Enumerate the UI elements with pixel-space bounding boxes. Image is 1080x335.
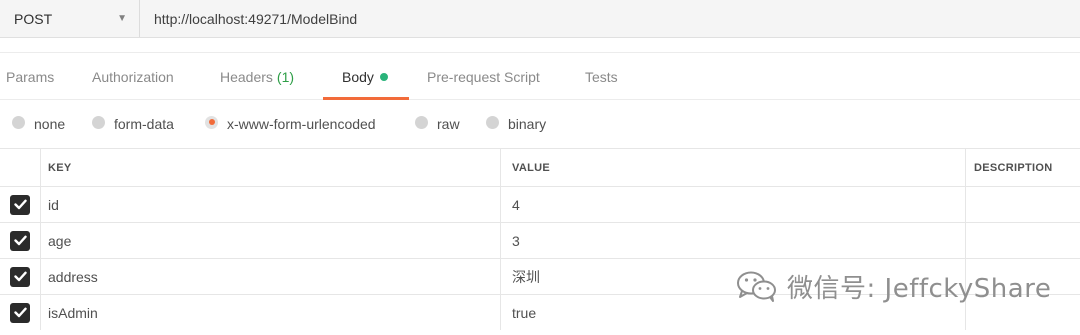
watermark: 微信号: JeffckyShare (735, 266, 1051, 306)
header-value: VALUE (500, 149, 965, 186)
row-checkbox[interactable] (10, 302, 30, 323)
radio-button-icon (92, 115, 105, 129)
tab-body-label: Body (342, 69, 374, 85)
radio-button-icon (12, 115, 25, 129)
radio-selected-icon (205, 115, 218, 129)
table-row: id 4 (0, 186, 1080, 222)
tab-pre-request-script-label: Pre-request Script (427, 69, 540, 85)
tab-headers[interactable]: Headers (1) (220, 53, 294, 101)
radio-raw[interactable]: raw (415, 104, 460, 144)
body-type-options: none form-data x-www-form-urlencoded raw… (0, 104, 1080, 144)
active-tab-indicator (323, 97, 409, 100)
key-cell[interactable]: age (40, 223, 500, 258)
radio-none[interactable]: none (12, 104, 65, 144)
value-cell[interactable]: 3 (500, 223, 965, 258)
tab-params[interactable]: Params (6, 53, 54, 101)
radio-binary-label: binary (508, 116, 547, 132)
row-check-cell (0, 187, 40, 222)
method-select[interactable]: POST ▼ (0, 0, 140, 37)
check-icon (13, 271, 27, 282)
radio-button-icon (415, 115, 428, 129)
radio-form-data[interactable]: form-data (92, 104, 174, 144)
method-label: POST (14, 10, 53, 27)
request-bar: POST ▼ http://localhost:49271/ModelBind (0, 0, 1080, 38)
description-cell[interactable] (965, 187, 1080, 222)
watermark-text: 微信号: JeffckyShare (787, 273, 1052, 304)
radio-none-label: none (34, 116, 66, 132)
table-row: age 3 (0, 222, 1080, 258)
row-checkbox[interactable] (10, 194, 30, 215)
row-checkbox[interactable] (10, 266, 30, 287)
caret-down-icon: ▼ (117, 13, 127, 24)
row-check-cell (0, 223, 40, 258)
key-cell[interactable]: id (40, 187, 500, 222)
body-active-dot-icon (379, 73, 388, 81)
tab-body[interactable]: Body (342, 53, 388, 101)
check-icon (13, 199, 27, 210)
tab-tests-label: Tests (585, 69, 618, 85)
url-input[interactable]: http://localhost:49271/ModelBind (140, 0, 1080, 37)
row-check-cell (0, 259, 40, 294)
header-description: DESCRIPTION (965, 149, 1080, 186)
radio-x-www-form-urlencoded[interactable]: x-www-form-urlencoded (205, 104, 376, 144)
header-key: KEY (40, 149, 500, 186)
value-cell[interactable]: 4 (500, 187, 965, 222)
tab-authorization[interactable]: Authorization (92, 53, 174, 101)
tab-authorization-label: Authorization (92, 69, 174, 85)
check-icon (13, 235, 27, 246)
radio-form-data-label: form-data (114, 116, 174, 132)
tab-headers-label: Headers (220, 69, 273, 85)
tab-pre-request-script[interactable]: Pre-request Script (427, 53, 540, 101)
row-checkbox[interactable] (10, 230, 30, 251)
header-check-cell (0, 149, 40, 186)
check-icon (13, 307, 27, 318)
headers-count-badge: (1) (276, 69, 295, 85)
table-header-row: KEY VALUE DESCRIPTION (0, 148, 1080, 186)
wechat-icon (737, 271, 776, 302)
key-cell[interactable]: isAdmin (40, 295, 500, 330)
tab-params-label: Params (6, 69, 55, 85)
radio-button-icon (486, 115, 499, 129)
radio-binary[interactable]: binary (486, 104, 546, 144)
tab-tests[interactable]: Tests (585, 53, 618, 101)
radio-x-www-form-urlencoded-label: x-www-form-urlencoded (227, 116, 376, 132)
row-check-cell (0, 295, 40, 330)
key-cell[interactable]: address (40, 259, 500, 294)
request-tabs: Params Authorization Headers (1) Body Pr… (0, 52, 1080, 100)
url-text: http://localhost:49271/ModelBind (154, 10, 358, 27)
radio-raw-label: raw (437, 116, 460, 132)
description-cell[interactable] (965, 223, 1080, 258)
